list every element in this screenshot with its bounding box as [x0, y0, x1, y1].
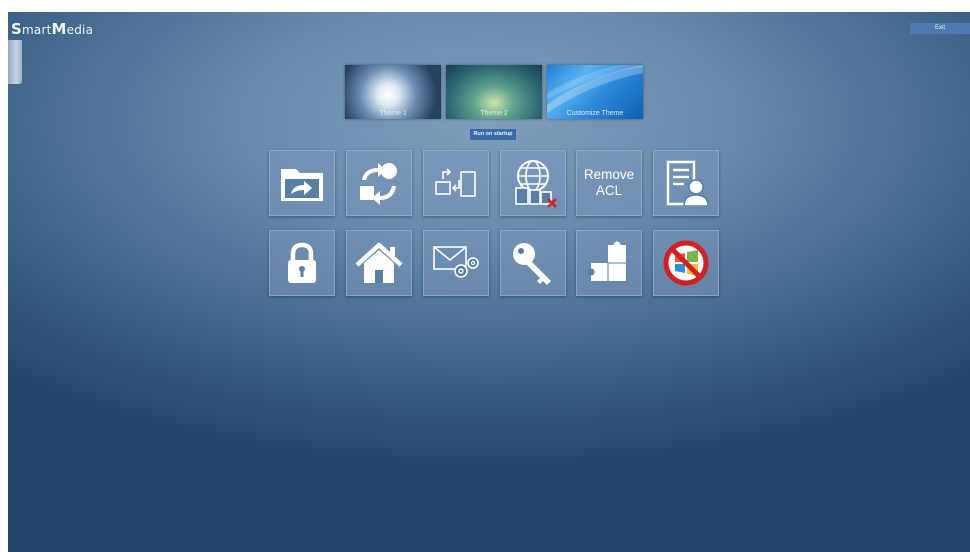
theme-1-label: Theme 1 [379, 110, 407, 117]
tile-lock[interactable] [269, 230, 335, 296]
remove-acl-label: Remove ACL [584, 167, 634, 199]
sync-user-icon [360, 163, 397, 205]
padlock-icon [288, 242, 316, 283]
tile-globe-devices[interactable] [500, 150, 566, 216]
tile-mail-settings[interactable] [423, 230, 489, 296]
theme-2-label: Theme 2 [480, 110, 508, 117]
tile-user-document[interactable] [653, 150, 719, 216]
tile-puzzle[interactable] [576, 230, 642, 296]
tile-remove-acl[interactable]: Remove ACL [576, 150, 642, 216]
key-icon [513, 243, 551, 285]
globe-devices-blocked-icon [515, 160, 557, 208]
side-panel-handle[interactable] [8, 40, 22, 84]
tile-no-windows[interactable] [653, 230, 719, 296]
logo-edia: edia [66, 23, 94, 37]
no-windows-icon [663, 240, 709, 286]
tile-folder-redirect[interactable] [269, 150, 335, 216]
mail-settings-icon [433, 246, 479, 278]
home-icon [355, 242, 403, 283]
tile-sync-user[interactable] [346, 150, 412, 216]
desktop-background: SmartMedia Exit Theme 1 Theme 2 Customiz… [8, 12, 970, 552]
customize-theme-thumbnail[interactable]: Customize Theme [547, 65, 643, 119]
user-document-icon [666, 160, 708, 206]
transfer-devices-icon [435, 168, 476, 197]
folder-arrow-icon [281, 169, 323, 201]
run-on-startup-button[interactable]: Run on startup [470, 129, 516, 140]
puzzle-icon [587, 241, 626, 281]
exit-button[interactable]: Exit [910, 23, 970, 34]
remove-acl-line2: ACL [595, 183, 623, 198]
logo-m: M [51, 20, 67, 38]
customize-theme-label: Customize Theme [566, 110, 624, 117]
theme-1-thumbnail[interactable]: Theme 1 [345, 65, 441, 119]
theme-2-thumbnail[interactable]: Theme 2 [446, 65, 542, 119]
logo-mart: mart [22, 23, 52, 37]
remove-acl-line1: Remove [583, 167, 635, 182]
tile-key[interactable] [500, 230, 566, 296]
tile-home[interactable] [346, 230, 412, 296]
app-logo: SmartMedia [11, 20, 93, 38]
logo-s: S [11, 20, 23, 38]
tile-transfer[interactable] [423, 150, 489, 216]
